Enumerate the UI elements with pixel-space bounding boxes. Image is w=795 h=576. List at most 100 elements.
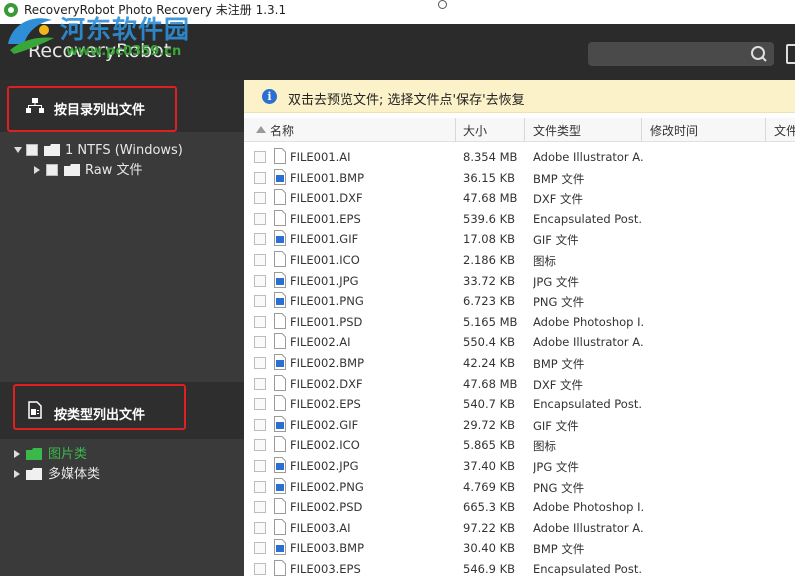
table-row[interactable]: FILE002.ICO 5.865 KB 图标 (244, 435, 795, 456)
file-type: Encapsulated Post... (533, 397, 643, 412)
table-row[interactable]: FILE002.EPS 540.7 KB Encapsulated Post... (244, 394, 795, 415)
file-size: 30.40 KB (463, 541, 516, 556)
file-type: GIF 文件 (533, 233, 579, 248)
file-name: FILE002.EPS (290, 397, 361, 412)
search-box[interactable] (588, 42, 774, 66)
table-row[interactable]: FILE002.GIF 29.72 KB GIF 文件 (244, 415, 795, 436)
file-type: PNG 文件 (533, 295, 585, 310)
table-row[interactable]: FILE003.AI 97.22 KB Adobe Illustrator A... (244, 518, 795, 539)
tree-item-label: 多媒体类 (48, 467, 101, 482)
row-checkbox[interactable] (254, 171, 266, 184)
list-by-directory-header[interactable]: 按目录列出文件 (0, 80, 244, 132)
table-row[interactable]: FILE001.PSD 5.165 MB Adobe Photoshop I... (244, 312, 795, 333)
table-row[interactable]: FILE001.ICO 2.186 KB 图标 (244, 250, 795, 271)
column-extra[interactable]: 文件 (774, 122, 795, 139)
file-type: BMP 文件 (533, 542, 585, 557)
tree-item-raw-files[interactable]: Raw 文件 (34, 162, 234, 180)
column-name[interactable]: 名称 (270, 122, 294, 139)
save-button[interactable] (786, 44, 795, 64)
file-size: 8.354 MB (463, 150, 518, 164)
doc-icon (274, 209, 286, 226)
info-text: 双击去预览文件; 选择文件点'保存'去恢复 (288, 93, 525, 108)
file-size: 540.7 KB (463, 397, 516, 412)
search-icon[interactable] (750, 45, 768, 63)
row-checkbox[interactable] (254, 563, 266, 575)
file-list: FILE001.AI 8.354 MB Adobe Illustrator A...… (244, 147, 795, 576)
table-row[interactable]: FILE002.AI 550.4 KB Adobe Illustrator A... (244, 332, 795, 353)
file-type: JPG 文件 (533, 274, 579, 289)
row-checkbox[interactable] (254, 357, 266, 369)
table-row[interactable]: FILE002.BMP 42.24 KB BMP 文件 (244, 353, 795, 374)
table-row[interactable]: FILE001.JPG 33.72 KB JPG 文件 (244, 271, 795, 292)
table-row[interactable]: FILE001.GIF 17.08 KB GIF 文件 (244, 229, 795, 250)
folder-icon (44, 144, 60, 156)
image-file-icon (274, 354, 286, 370)
file-name: FILE002.GIF (290, 417, 359, 432)
chevron-down-icon[interactable] (14, 147, 22, 153)
search-input[interactable] (596, 45, 742, 63)
table-row[interactable]: FILE003.BMP 30.40 KB BMP 文件 (244, 538, 795, 559)
column-type[interactable]: 文件类型 (533, 122, 581, 139)
file-size: 17.08 KB (463, 232, 516, 247)
table-row[interactable]: FILE001.DXF 47.68 MB DXF 文件 (244, 188, 795, 209)
row-checkbox[interactable] (254, 254, 266, 266)
chevron-right-icon[interactable] (34, 166, 40, 174)
table-row[interactable]: FILE002.PNG 4.769 KB PNG 文件 (244, 477, 795, 498)
file-name: FILE002.PSD (290, 500, 363, 515)
tree-checkbox[interactable] (46, 164, 58, 176)
column-modified[interactable]: 修改时间 (650, 122, 698, 139)
row-checkbox[interactable] (254, 460, 266, 472)
sort-ascending-icon[interactable] (256, 126, 266, 133)
table-row[interactable]: FILE001.PNG 6.723 KB PNG 文件 (244, 291, 795, 312)
file-size: 42.24 KB (463, 356, 516, 370)
row-checkbox[interactable] (254, 439, 266, 452)
row-checkbox[interactable] (254, 336, 266, 349)
image-file-icon (274, 230, 286, 247)
table-row[interactable]: FILE002.DXF 47.68 MB DXF 文件 (244, 374, 795, 395)
chevron-right-icon[interactable] (14, 470, 20, 478)
row-checkbox[interactable] (254, 418, 266, 431)
row-checkbox[interactable] (254, 151, 266, 163)
row-checkbox[interactable] (254, 501, 266, 514)
row-checkbox[interactable] (254, 521, 266, 534)
table-row[interactable]: FILE003.EPS 546.9 KB Encapsulated Post... (244, 559, 795, 576)
file-type: JPG 文件 (533, 460, 579, 474)
file-name: FILE002.AI (290, 335, 351, 350)
file-size: 546.9 KB (463, 562, 516, 576)
file-type: Adobe Illustrator A... (533, 520, 643, 535)
row-checkbox[interactable] (254, 274, 266, 287)
file-name: FILE001.GIF (290, 232, 359, 247)
doc-icon (274, 518, 286, 535)
row-checkbox[interactable] (254, 295, 266, 308)
row-checkbox[interactable] (254, 192, 266, 205)
row-checkbox[interactable] (254, 315, 266, 328)
tree-item-label: 图片类 (48, 447, 88, 462)
table-row[interactable]: FILE002.JPG 37.40 KB JPG 文件 (244, 456, 795, 477)
list-by-type-header[interactable]: 按类型列出文件 (0, 382, 244, 439)
file-type: Adobe Photoshop I... (533, 314, 643, 329)
tree-item-multimedia[interactable]: 多媒体类 (14, 466, 234, 484)
table-row[interactable]: FILE001.EPS 539.6 KB Encapsulated Post... (244, 209, 795, 230)
tree-item-label: 1 NTFS (Windows) (65, 143, 183, 158)
tree-item-ntfs[interactable]: 1 NTFS (Windows) (14, 142, 234, 160)
image-file-icon (274, 477, 286, 494)
row-checkbox[interactable] (254, 377, 266, 390)
file-size: 4.769 KB (463, 479, 516, 494)
row-checkbox[interactable] (254, 212, 266, 225)
table-row[interactable]: FILE002.PSD 665.3 KB Adobe Photoshop I... (244, 497, 795, 518)
tree-checkbox[interactable] (26, 144, 38, 156)
file-type: 图标 (533, 254, 556, 268)
file-name: FILE001.ICO (290, 253, 360, 267)
chevron-right-icon[interactable] (14, 450, 20, 458)
row-checkbox[interactable] (254, 542, 266, 555)
file-size: 33.72 KB (463, 273, 516, 288)
row-checkbox[interactable] (254, 233, 266, 246)
table-row[interactable]: FILE001.BMP 36.15 KB BMP 文件 (244, 168, 795, 189)
tree-item-images[interactable]: 图片类 (14, 446, 234, 464)
table-row[interactable]: FILE001.AI 8.354 MB Adobe Illustrator A... (244, 147, 795, 168)
column-size[interactable]: 大小 (463, 122, 487, 139)
row-checkbox[interactable] (254, 398, 266, 411)
file-name: FILE001.BMP (290, 170, 365, 185)
row-checkbox[interactable] (254, 480, 266, 493)
info-bar: i 双击去预览文件; 选择文件点'保存'去恢复 (244, 80, 795, 113)
